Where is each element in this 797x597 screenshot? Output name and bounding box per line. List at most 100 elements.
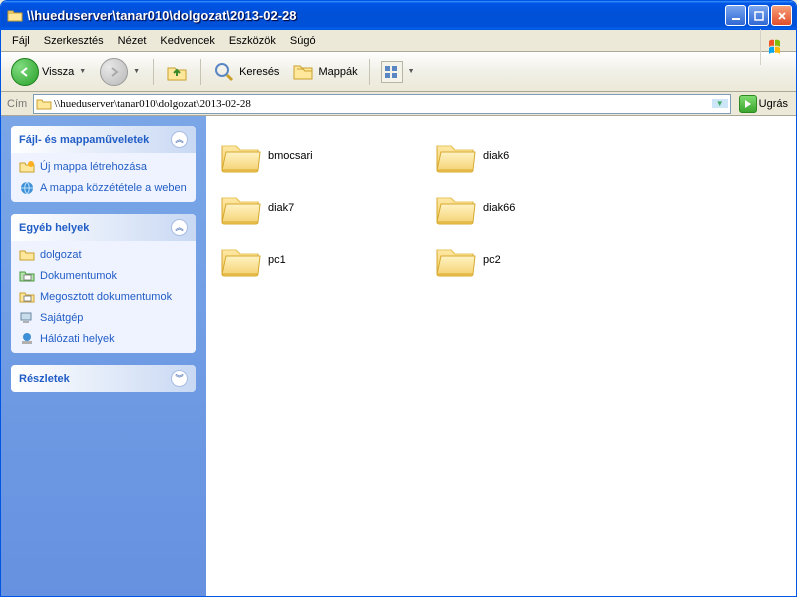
folder-label: pc1 bbox=[268, 254, 286, 266]
panel-body: dolgozat Dokumentumok Megosztott dokumen… bbox=[11, 241, 196, 353]
folder-icon bbox=[433, 240, 477, 280]
other-places-panel: Egyéb helyek ︽ dolgozat Dokumentumok Meg… bbox=[11, 214, 196, 353]
menu-favorites[interactable]: Kedvencek bbox=[153, 33, 221, 49]
maximize-button[interactable] bbox=[748, 5, 769, 26]
folder-label: bmocsari bbox=[268, 150, 313, 162]
menu-edit[interactable]: Szerkesztés bbox=[37, 33, 111, 49]
views-icon bbox=[381, 61, 403, 83]
new-folder-icon bbox=[19, 159, 35, 175]
panel-header[interactable]: Részletek ︾ bbox=[11, 365, 196, 392]
menu-file[interactable]: Fájl bbox=[5, 33, 37, 49]
address-dropdown[interactable]: ▼ bbox=[712, 99, 728, 108]
link-label: Megosztott dokumentumok bbox=[40, 291, 172, 303]
up-button[interactable] bbox=[161, 58, 193, 86]
window-title: \\hueduserver\tanar010\dolgozat\2013-02-… bbox=[27, 8, 725, 23]
views-button[interactable]: ▼ bbox=[377, 59, 421, 85]
client-area: Fájl- és mappaműveletek ︽ Új mappa létre… bbox=[1, 116, 796, 596]
folder-icon bbox=[19, 247, 35, 263]
panel-body: Új mappa létrehozása A mappa közzététele… bbox=[11, 153, 196, 202]
address-input-wrap[interactable]: ▼ bbox=[33, 94, 730, 114]
folder-icon bbox=[218, 240, 262, 280]
address-input[interactable] bbox=[52, 97, 711, 111]
search-label: Keresés bbox=[239, 66, 279, 78]
panel-title: Fájl- és mappaműveletek bbox=[19, 134, 149, 146]
file-folder-tasks-panel: Fájl- és mappaműveletek ︽ Új mappa létre… bbox=[11, 126, 196, 202]
publish-folder-link[interactable]: A mappa közzététele a weben bbox=[19, 180, 188, 196]
address-bar: Cím ▼ Ugrás bbox=[1, 92, 796, 116]
arrow-right-icon bbox=[100, 58, 128, 86]
link-label: dolgozat bbox=[40, 249, 82, 261]
link-label: Sajátgép bbox=[40, 312, 83, 324]
link-label: A mappa közzététele a weben bbox=[40, 182, 187, 194]
separator bbox=[200, 59, 201, 85]
new-folder-link[interactable]: Új mappa létrehozása bbox=[19, 159, 188, 175]
explorer-window: \\hueduserver\tanar010\dolgozat\2013-02-… bbox=[0, 0, 797, 597]
search-icon bbox=[212, 60, 236, 84]
computer-icon bbox=[19, 310, 35, 326]
separator bbox=[153, 59, 154, 85]
folder-item[interactable]: pc1 bbox=[216, 234, 431, 286]
folder-up-icon bbox=[165, 60, 189, 84]
menu-tools[interactable]: Eszközök bbox=[222, 33, 283, 49]
chevron-up-icon: ︽ bbox=[171, 131, 188, 148]
panel-header[interactable]: Egyéb helyek ︽ bbox=[11, 214, 196, 241]
folder-icon bbox=[433, 188, 477, 228]
minimize-button[interactable] bbox=[725, 5, 746, 26]
chevron-down-icon: ▼ bbox=[406, 68, 417, 75]
folder-icon bbox=[433, 136, 477, 176]
folders-button[interactable]: Mappák bbox=[287, 58, 361, 86]
folder-item[interactable]: pc2 bbox=[431, 234, 646, 286]
folders-label: Mappák bbox=[318, 66, 357, 78]
folder-item[interactable]: bmocsari bbox=[216, 130, 431, 182]
back-label: Vissza bbox=[42, 66, 74, 78]
place-my-computer[interactable]: Sajátgép bbox=[19, 310, 188, 326]
chevron-up-icon: ︽ bbox=[171, 219, 188, 236]
globe-icon bbox=[19, 180, 35, 196]
search-button[interactable]: Keresés bbox=[208, 58, 283, 86]
place-dolgozat[interactable]: dolgozat bbox=[19, 247, 188, 263]
go-button[interactable]: Ugrás bbox=[735, 94, 792, 114]
folder-item[interactable]: diak6 bbox=[431, 130, 646, 182]
forward-button[interactable]: ▼ bbox=[96, 56, 146, 88]
network-icon bbox=[19, 331, 35, 347]
close-button[interactable] bbox=[771, 5, 792, 26]
folder-open-icon bbox=[7, 8, 23, 24]
separator bbox=[369, 59, 370, 85]
address-label: Cím bbox=[5, 98, 29, 110]
folder-label: pc2 bbox=[483, 254, 501, 266]
folder-open-icon bbox=[36, 96, 52, 112]
folder-label: diak6 bbox=[483, 150, 509, 162]
back-button[interactable]: Vissza ▼ bbox=[7, 56, 92, 88]
arrow-right-icon bbox=[739, 95, 757, 113]
documents-icon bbox=[19, 268, 35, 284]
chevron-down-icon: ▼ bbox=[77, 68, 88, 75]
panel-title: Részletek bbox=[19, 373, 70, 385]
titlebar: \\hueduserver\tanar010\dolgozat\2013-02-… bbox=[1, 1, 796, 30]
folder-icon bbox=[218, 136, 262, 176]
place-shared-docs[interactable]: Megosztott dokumentumok bbox=[19, 289, 188, 305]
panel-header[interactable]: Fájl- és mappaműveletek ︽ bbox=[11, 126, 196, 153]
chevron-down-icon: ︾ bbox=[171, 370, 188, 387]
menu-view[interactable]: Nézet bbox=[111, 33, 154, 49]
link-label: Dokumentumok bbox=[40, 270, 117, 282]
go-label: Ugrás bbox=[759, 98, 788, 110]
folders-icon bbox=[291, 60, 315, 84]
folder-view[interactable]: bmocsari diak6 diak7 diak66 pc1 pc2 bbox=[206, 116, 796, 596]
folder-label: diak7 bbox=[268, 202, 294, 214]
chevron-down-icon: ▼ bbox=[131, 68, 142, 75]
link-label: Hálózati helyek bbox=[40, 333, 115, 345]
folder-icon bbox=[218, 188, 262, 228]
details-panel: Részletek ︾ bbox=[11, 365, 196, 392]
window-controls bbox=[725, 5, 792, 26]
folder-item[interactable]: diak7 bbox=[216, 182, 431, 234]
menu-help[interactable]: Súgó bbox=[283, 33, 323, 49]
folder-item[interactable]: diak66 bbox=[431, 182, 646, 234]
panel-title: Egyéb helyek bbox=[19, 222, 89, 234]
folder-label: diak66 bbox=[483, 202, 515, 214]
place-network[interactable]: Hálózati helyek bbox=[19, 331, 188, 347]
toolbar: Vissza ▼ ▼ Keresés Mappák bbox=[1, 52, 796, 92]
windows-flag-icon bbox=[760, 29, 796, 65]
tasks-pane: Fájl- és mappaműveletek ︽ Új mappa létre… bbox=[1, 116, 206, 596]
arrow-left-icon bbox=[11, 58, 39, 86]
place-documents[interactable]: Dokumentumok bbox=[19, 268, 188, 284]
